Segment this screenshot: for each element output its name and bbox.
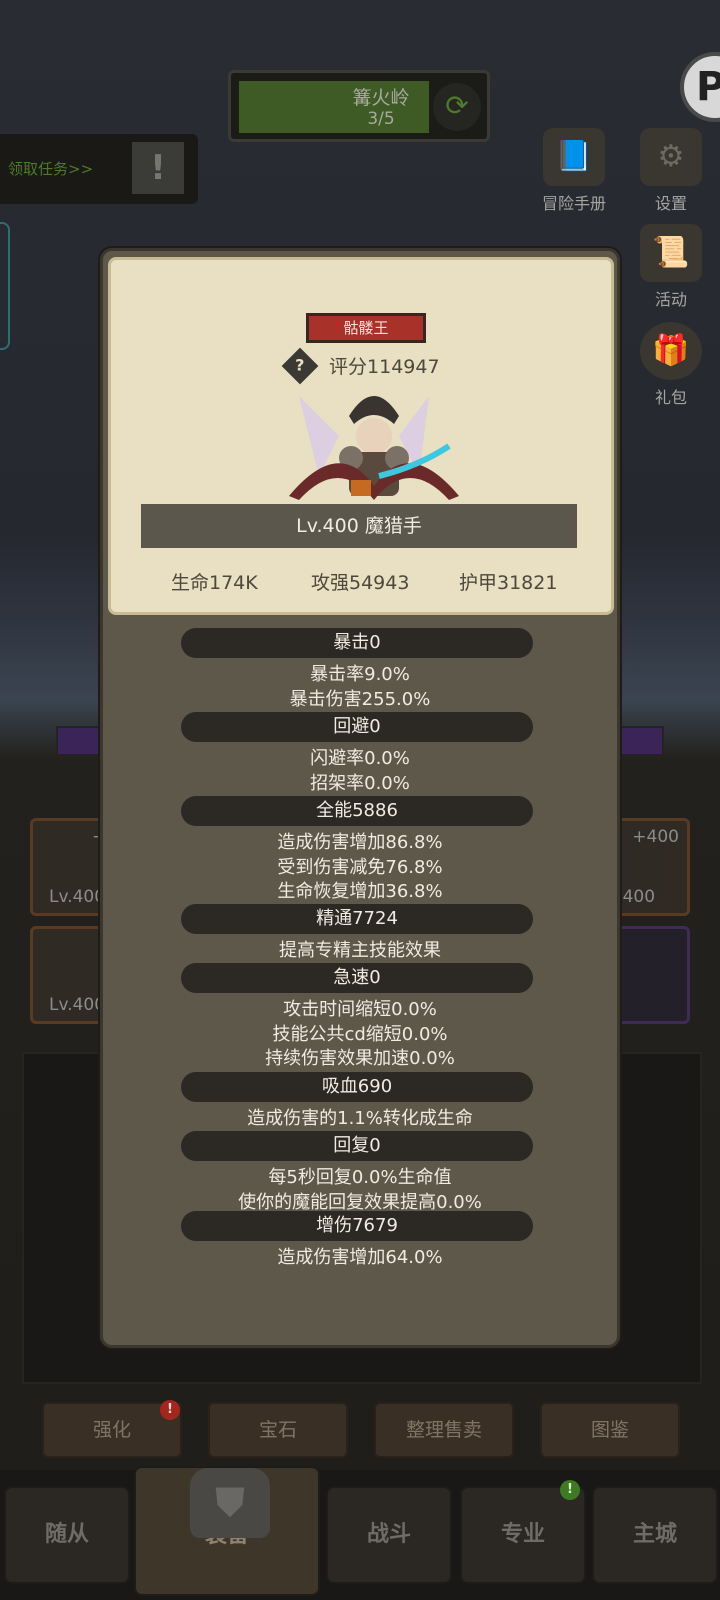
stat-detail-line: 招架率0.0% — [310, 772, 410, 794]
gear-icon: ⚙ — [640, 128, 702, 186]
stat-section-header: 全能5886 — [181, 796, 533, 826]
stat-detail-line: 造成伤害增加64.0% — [277, 1247, 443, 1268]
attack-stat: 攻强54943 — [311, 572, 410, 594]
stat-detail-line: 每5秒回复0.0%生命值 — [268, 1167, 452, 1188]
nav-tab-profession[interactable]: 专业 — [460, 1486, 586, 1584]
hero-card: 骷髅王 ? 评分114947 Lv.400 魔猎手 生命174K 攻强54943… — [108, 257, 614, 615]
stat-section-header: 回避0 — [181, 712, 533, 742]
left-panel-edge — [0, 222, 10, 350]
gift-icon: 🎁 — [640, 322, 702, 380]
stat-detail-line: 提高专精主技能效果 — [279, 940, 441, 961]
codex-button[interactable]: 图鉴 — [540, 1402, 680, 1458]
stat-detail-line: 造成伤害的1.1%转化成生命 — [247, 1108, 473, 1129]
nav-tab-label: 专业 — [500, 1522, 545, 1547]
enhance-button[interactable]: 强化 ! — [42, 1400, 182, 1458]
quest-progress-bar[interactable]: 篝火岭 3/5 ⟳ — [228, 70, 490, 142]
task-alert-icon[interactable]: ! — [132, 142, 184, 194]
side-item-label: 礼包 — [654, 388, 687, 407]
stat-detail-line: 造成伤害增加86.8% — [277, 832, 443, 853]
claim-task-link[interactable]: 领取任务>> — [8, 158, 93, 179]
stat-detail-line: 技能公共cd缩短0.0% — [272, 1023, 448, 1045]
hero-name-banner: Lv.400 魔猎手 — [141, 504, 577, 548]
hp-stat: 生命174K — [171, 572, 258, 594]
stat-detail-line: 暴击率9.0% — [310, 664, 410, 685]
stat-detail-line: 受到伤害减免76.8% — [277, 856, 443, 878]
stat-detail-line: 持续伤害效果加速0.0% — [265, 1048, 455, 1069]
stat-section-header: 增伤7679 — [181, 1211, 533, 1241]
armor-icon: ⛊ — [190, 1468, 270, 1538]
sort-sell-button[interactable]: 整理售卖 — [374, 1402, 514, 1458]
refresh-icon[interactable]: ⟳ — [433, 83, 481, 131]
hero-stats-modal: 骷髅王 ? 评分114947 Lv.400 魔猎手 生命174K 攻强54943… — [100, 248, 620, 1348]
side-item-gift[interactable]: 🎁 礼包 — [626, 322, 716, 408]
enhance-button-label: 强化 — [92, 1419, 131, 1441]
stat-section-header: 回复0 — [181, 1131, 533, 1161]
book-icon: 📘 — [543, 128, 605, 186]
stat-detail-line: 使你的魔能回复效果提高0.0% — [238, 1191, 482, 1213]
side-item-label: 设置 — [654, 194, 687, 213]
stat-section-header: 吸血690 — [181, 1072, 533, 1102]
scroll-icon: 📜 — [640, 224, 702, 282]
stat-section-header: 暴击0 — [181, 628, 533, 658]
stat-detail-line: 暴击伤害255.0% — [289, 688, 431, 710]
slot-enhance-level: +400 — [632, 827, 679, 847]
slot-level: Lv.400 — [49, 887, 106, 907]
stat-detail-line: 生命恢复增加36.8% — [277, 881, 443, 902]
task-bar[interactable]: 领取任务>> ! — [0, 134, 198, 204]
side-item-label: 冒险手册 — [541, 194, 606, 213]
nav-tab-battle[interactable]: 战斗 — [326, 1486, 452, 1584]
side-item-settings[interactable]: ⚙ 设置 — [626, 128, 716, 214]
alert-badge: ! — [160, 1400, 180, 1420]
slot-level: Lv.400 — [49, 995, 106, 1015]
score-text: 评分114947 — [329, 356, 440, 378]
stat-section-header: 急速0 — [181, 963, 533, 993]
stat-detail-line: 闪避率0.0% — [310, 748, 410, 769]
side-item-events[interactable]: 📜 活动 — [626, 224, 716, 310]
nav-tab-main-city[interactable]: 主城 — [592, 1486, 718, 1584]
stat-section-header: 精通7724 — [181, 904, 533, 934]
stat-detail-line: 攻击时间缩短0.0% — [283, 999, 437, 1020]
nav-tab-followers[interactable]: 随从 — [4, 1486, 130, 1584]
armor-stat: 护甲31821 — [459, 572, 558, 594]
gem-button[interactable]: 宝石 — [208, 1402, 348, 1458]
side-item-label: 活动 — [654, 290, 687, 309]
alert-badge: ! — [560, 1480, 580, 1500]
round-menu-button[interactable]: P — [680, 52, 720, 122]
boss-badge: 骷髅王 — [306, 313, 426, 343]
side-item-adventure-book[interactable]: 📘 冒险手册 — [528, 128, 620, 214]
